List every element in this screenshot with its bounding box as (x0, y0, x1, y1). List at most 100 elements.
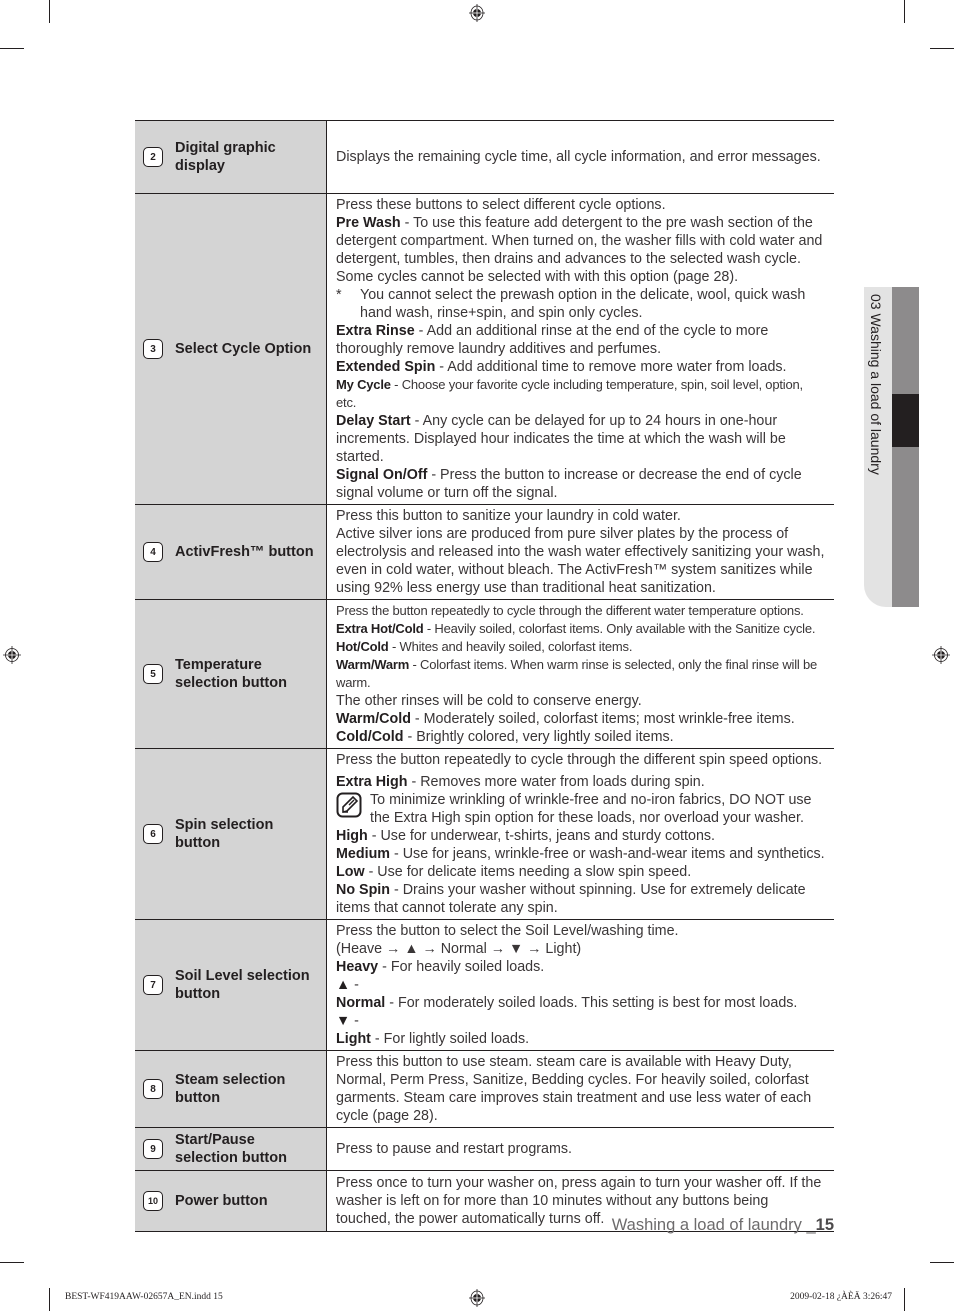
option-item: Warm/Warm - Colorfast items. When warm r… (336, 656, 826, 692)
label-cell: 6 Spin selection button (135, 748, 327, 920)
label-cell: 10 Power button (135, 1170, 327, 1232)
option-item: Pre Wash - To use this feature add deter… (336, 214, 826, 286)
asterisk-mark: * (336, 287, 342, 303)
item-number-badge: 8 (143, 1079, 163, 1099)
table-row: 2 Digital graphic display Displays the r… (135, 120, 834, 194)
description-intro: Press these buttons to select different … (336, 197, 666, 213)
option-text: - Moderately soiled, colorfast items; mo… (410, 711, 795, 727)
note-block: To minimize wrinkling of wrinkle-free an… (336, 791, 826, 827)
option-item: Extra High - Removes more water from loa… (336, 773, 826, 791)
label-cell: 7 Soil Level selection button (135, 919, 327, 1051)
description-cell: Press these buttons to select different … (326, 193, 834, 505)
option-item: Hot/Cold - Whites and heavily soiled, co… (336, 638, 826, 656)
option-term: Extra Rinse (336, 323, 415, 339)
description-cell: Press this button to sanitize your laund… (326, 504, 834, 600)
item-label: Digital graphic display (175, 140, 276, 174)
item-label: Soil Level selection button (175, 968, 310, 1002)
description-intro: Press the button repeatedly to cycle thr… (336, 752, 823, 768)
bullet-note: * You cannot select the prewash option i… (336, 286, 826, 322)
crop-mark (904, 0, 905, 23)
crop-mark (49, 1288, 50, 1311)
item-label: Temperature selection button (175, 657, 287, 691)
option-item: Warm/Cold - Moderately soiled, colorfast… (336, 710, 826, 728)
item-label: Spin selection button (175, 817, 274, 851)
label-cell: 9 Start/Pause selection button (135, 1127, 327, 1171)
crop-mark (930, 48, 954, 49)
registration-mark-icon (3, 646, 21, 664)
option-item: Extra Hot/Cold - Heavily soiled, colorfa… (336, 620, 826, 638)
item-number-badge: 7 (143, 975, 163, 995)
crop-mark (0, 48, 24, 49)
description-cell: Press the button repeatedly to cycle thr… (326, 748, 834, 920)
down-arrow-icon: ▼ (336, 1013, 351, 1029)
option-item: Normal - For moderately soiled loads. Th… (336, 994, 826, 1012)
option-text: - Use for delicate items needing a slow … (364, 864, 692, 880)
crop-mark (49, 0, 50, 23)
item-label: Start/Pause selection button (175, 1132, 287, 1166)
description-text: Press to pause and restart programs. (336, 1141, 573, 1157)
crop-mark (930, 1262, 954, 1263)
item-label: Steam selection button (175, 1072, 286, 1106)
option-term: Extra Hot/Cold (336, 621, 424, 636)
option-item: Signal On/Off - Press the button to incr… (336, 466, 826, 502)
option-text: - Add additional time to remove more wat… (435, 359, 787, 375)
option-text: - (350, 1013, 359, 1029)
item-label: ActivFresh™ button (175, 544, 314, 560)
description-intro: Press the button repeatedly to cycle thr… (336, 603, 804, 618)
option-item: Low - Use for delicate items needing a s… (336, 863, 826, 881)
crop-mark (904, 1288, 905, 1311)
note-text: To minimize wrinkling of wrinkle-free an… (370, 792, 812, 826)
label-cell: 5 Temperature selection button (135, 599, 327, 749)
option-text: - For heavily soiled loads. (378, 959, 545, 975)
option-term: My Cycle (336, 377, 391, 392)
option-text: - For lightly soiled loads. (370, 1031, 530, 1047)
option-item: Light - For lightly soiled loads. (336, 1030, 826, 1048)
option-term: High (336, 828, 368, 844)
item-label: Select Cycle Option (175, 341, 312, 357)
print-slug-date: 2009-02-18 ¿ÀÈÄ 3:26:47 (790, 1292, 892, 1302)
description-cell: Press this button to use steam. steam ca… (326, 1050, 834, 1128)
option-term: Heavy (336, 959, 379, 975)
description-intro: Press the button to select the Soil Leve… (336, 923, 679, 939)
option-text: - To use this feature add detergent to t… (336, 215, 823, 285)
description-cell: Press the button to select the Soil Leve… (326, 919, 834, 1051)
description-text: Press this button to use steam. steam ca… (336, 1054, 812, 1124)
option-text: - (350, 977, 359, 993)
option-term: Delay Start (336, 413, 411, 429)
option-term: Hot/Cold (336, 639, 389, 654)
up-arrow-icon: ▲ (336, 977, 351, 993)
option-text: - Heavily soiled, colorfast items. Only … (423, 621, 816, 636)
description-cell: Press the button repeatedly to cycle thr… (326, 599, 834, 749)
option-item: Extended Spin - Add additional time to r… (336, 358, 826, 376)
chapter-tab-label: 03 Washing a load of laundry (868, 294, 884, 475)
control-panel-table: 2 Digital graphic display Displays the r… (135, 120, 834, 1232)
registration-mark-icon (932, 646, 950, 664)
option-text: - Use for underwear, t-shirts, jeans and… (367, 828, 716, 844)
option-item: ▲ - (336, 976, 826, 994)
option-text: - Drains your washer without spinning. U… (336, 882, 806, 916)
option-item: Heavy - For heavily soiled loads. (336, 958, 826, 976)
option-text: - Use for jeans, wrinkle-free or wash-an… (390, 846, 825, 862)
item-number-badge: 6 (143, 824, 163, 844)
option-text: - Choose your favorite cycle including t… (336, 377, 803, 410)
option-item: My Cycle - Choose your favorite cycle in… (336, 376, 826, 412)
table-row: 7 Soil Level selection button Press the … (135, 919, 834, 1051)
table-row: 9 Start/Pause selection button Press to … (135, 1127, 834, 1171)
table-row: 5 Temperature selection button Press the… (135, 599, 834, 749)
bullet-text: You cannot select the prewash option in … (360, 287, 806, 321)
option-term: Extended Spin (336, 359, 436, 375)
label-cell: 2 Digital graphic display (135, 120, 327, 194)
description-text: The other rinses will be cold to conserv… (336, 693, 642, 709)
page-number: 15 (815, 1216, 834, 1234)
option-term: Cold/Cold (336, 729, 404, 745)
option-term: Extra High (336, 774, 408, 790)
item-number-badge: 2 (143, 147, 163, 167)
option-term: Low (336, 864, 365, 880)
option-item: Medium - Use for jeans, wrinkle-free or … (336, 845, 826, 863)
table-row: 6 Spin selection button Press the button… (135, 748, 834, 920)
option-item: Delay Start - Any cycle can be delayed f… (336, 412, 826, 466)
option-term: No Spin (336, 882, 391, 898)
description-cell: Press to pause and restart programs. (326, 1127, 834, 1171)
crop-mark (0, 1262, 24, 1263)
option-item: Cold/Cold - Brightly colored, very light… (336, 728, 826, 746)
